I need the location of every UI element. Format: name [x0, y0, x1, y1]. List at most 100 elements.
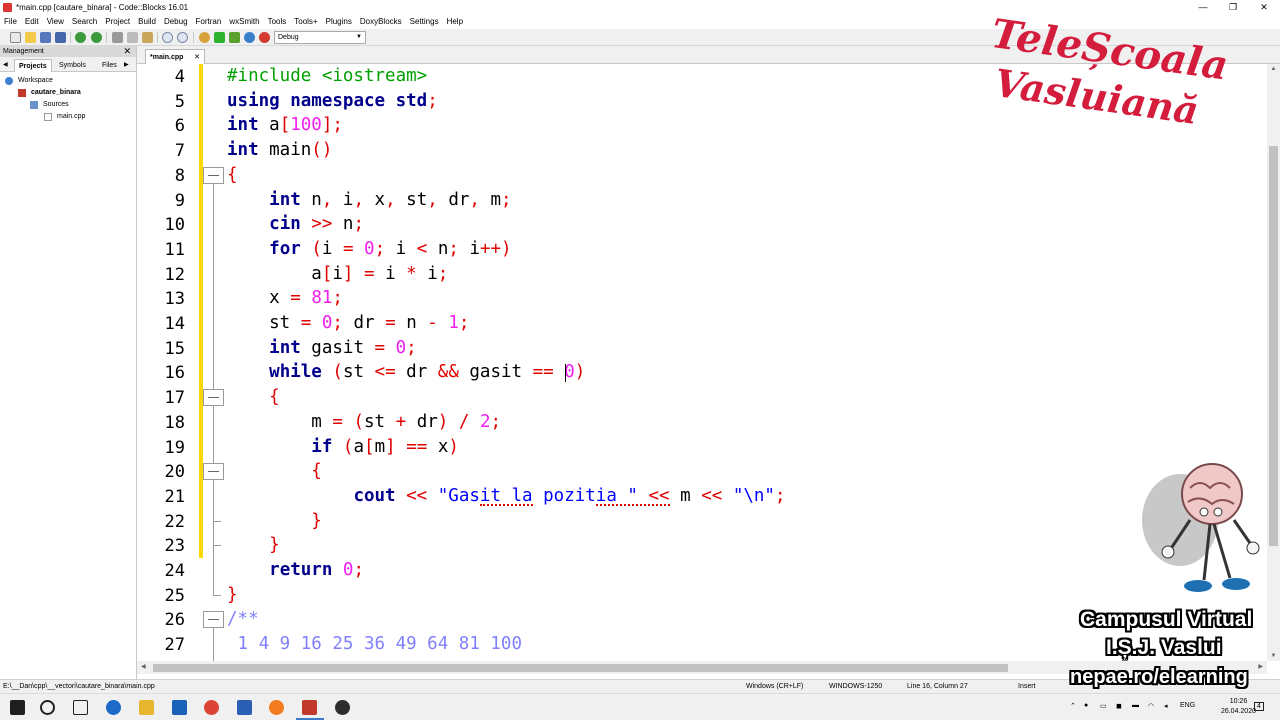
- menu-view[interactable]: View: [43, 15, 68, 29]
- menu-tools-plus[interactable]: Tools+: [290, 15, 321, 29]
- line-number: 20: [164, 462, 185, 483]
- abort-icon[interactable]: [259, 32, 270, 43]
- obs-icon[interactable]: [335, 700, 350, 715]
- menu-help[interactable]: Help: [443, 15, 467, 29]
- menu-edit[interactable]: Edit: [21, 15, 43, 29]
- code-token: 0: [342, 560, 354, 580]
- build-icon[interactable]: [199, 32, 210, 43]
- menu-build[interactable]: Build: [134, 15, 160, 29]
- rebuild-icon[interactable]: [244, 32, 255, 43]
- close-tab-icon[interactable]: ✕: [194, 50, 200, 65]
- menu-plugins[interactable]: Plugins: [322, 15, 356, 29]
- menu-debug[interactable]: Debug: [160, 15, 192, 29]
- scroll-down-icon[interactable]: ▼: [1267, 653, 1280, 659]
- scroll-up-icon[interactable]: ▲: [1267, 66, 1280, 72]
- menu-fortran[interactable]: Fortran: [192, 15, 226, 29]
- menu-settings[interactable]: Settings: [406, 15, 443, 29]
- new-file-icon[interactable]: [10, 32, 21, 43]
- code-token: i: [458, 238, 480, 259]
- fold-toggle-icon[interactable]: [203, 389, 224, 407]
- edge-icon[interactable]: [106, 700, 121, 715]
- run-icon[interactable]: [214, 32, 225, 43]
- code-token: std: [395, 90, 428, 111]
- battery-icon[interactable]: ▬: [1132, 702, 1139, 709]
- fold-end-marker: [213, 594, 221, 596]
- build-and-run-icon[interactable]: [229, 32, 240, 43]
- code-token: <<: [648, 485, 670, 506]
- save-icon[interactable]: [40, 32, 51, 43]
- fold-toggle-icon[interactable]: [203, 611, 224, 629]
- code-token: n: [395, 313, 428, 333]
- save-app-icon[interactable]: [237, 700, 252, 715]
- notification-icon[interactable]: 4: [1254, 702, 1264, 711]
- build-target-select[interactable]: Debug ▼: [274, 31, 366, 44]
- code-editor[interactable]: 4 5 6 7 8 9 10 11 12 13 14 15 16 17 18 19 20 21 22 23 24 25 26…: [137, 64, 1267, 661]
- vertical-scrollbar[interactable]: ▲ ▼: [1267, 64, 1280, 661]
- mascot-shoe: [1184, 580, 1212, 592]
- code-token: (: [311, 238, 322, 259]
- menu-search[interactable]: Search: [68, 15, 101, 29]
- code-token: return: [269, 560, 333, 580]
- firefox-icon[interactable]: [269, 700, 284, 715]
- tab-main-cpp[interactable]: *main.cpp ✕: [145, 49, 205, 64]
- tree-item-main-cpp[interactable]: main.cpp: [0, 111, 136, 123]
- fold-toggle-icon[interactable]: [203, 463, 224, 481]
- microphone-icon[interactable]: ●: [1084, 702, 1088, 709]
- codeblocks-taskbar-icon[interactable]: [302, 700, 317, 715]
- line-number-gutter: 4 5 6 7 8 9 10 11 12 13 14 15 16 17 18 19 20 21 22 23 24 25 26…: [137, 64, 199, 661]
- search-icon[interactable]: [40, 700, 55, 715]
- menu-tools[interactable]: Tools: [264, 15, 291, 29]
- file-icon: [44, 113, 52, 121]
- cut-icon[interactable]: [112, 32, 123, 43]
- replace-icon[interactable]: [177, 32, 188, 43]
- toolbar-separator: [70, 32, 71, 43]
- network-icon[interactable]: ▭: [1100, 702, 1107, 710]
- language-indicator[interactable]: ENG: [1180, 702, 1195, 709]
- code-token: [: [279, 115, 291, 136]
- menu-doxyblocks[interactable]: DoxyBlocks: [356, 15, 406, 29]
- redo-icon[interactable]: [91, 32, 102, 43]
- chevron-up-icon[interactable]: ⌃: [1070, 702, 1076, 710]
- fold-toggle-icon[interactable]: [203, 166, 224, 184]
- code-token: ;: [448, 238, 459, 259]
- undo-icon[interactable]: [75, 32, 86, 43]
- menu-project[interactable]: Project: [101, 15, 134, 29]
- code-token: *: [406, 263, 417, 284]
- tab-files[interactable]: Files: [98, 59, 121, 72]
- vertical-scroll-thumb[interactable]: [1269, 146, 1278, 546]
- tab-projects[interactable]: Projects: [14, 59, 52, 72]
- tree-item-workspace[interactable]: Workspace: [0, 75, 136, 87]
- code-text[interactable]: #include <iostream> using namespace std; i…: [227, 64, 1267, 661]
- task-view-icon[interactable]: [73, 700, 88, 715]
- clock[interactable]: 10:26 26.04.2020: [1221, 697, 1256, 717]
- code-token: cout: [353, 485, 396, 506]
- editor-panel: *main.cpp ✕ 4 5 6 7 8 9 10 11 12 13 14 15 16 17 18 19 20…: [137, 46, 1280, 679]
- camera-icon[interactable]: ◼: [1116, 702, 1122, 710]
- management-panel: Management ✕ ◀ Projects Symbols Files ▶ …: [0, 46, 137, 679]
- menu-file[interactable]: File: [0, 15, 21, 29]
- paste-icon[interactable]: [142, 32, 153, 43]
- windows-start-icon[interactable]: [10, 700, 25, 715]
- chevron-right-icon[interactable]: ▶: [124, 59, 129, 72]
- scroll-left-icon[interactable]: ◀: [141, 661, 146, 674]
- open-file-icon[interactable]: [25, 32, 36, 43]
- find-icon[interactable]: [162, 32, 173, 43]
- tree-item-sources[interactable]: Sources: [0, 99, 136, 111]
- menu-wxsmith[interactable]: wxSmith: [225, 15, 263, 29]
- tab-symbols[interactable]: Symbols: [55, 59, 90, 72]
- code-token: -: [427, 313, 438, 333]
- close-panel-button[interactable]: ✕: [123, 46, 131, 57]
- horizontal-scroll-thumb[interactable]: [153, 664, 1008, 672]
- save-all-icon[interactable]: [55, 32, 66, 43]
- file-explorer-icon[interactable]: [139, 700, 154, 715]
- volume-icon[interactable]: ◂: [1164, 702, 1168, 710]
- tree-item-project[interactable]: cautare_binara: [0, 87, 136, 99]
- wifi-icon[interactable]: ◠: [1148, 702, 1154, 710]
- chevron-left-icon[interactable]: ◀: [3, 59, 8, 72]
- copy-icon[interactable]: [127, 32, 138, 43]
- mail-icon[interactable]: [172, 700, 187, 715]
- chrome-icon[interactable]: [204, 700, 219, 715]
